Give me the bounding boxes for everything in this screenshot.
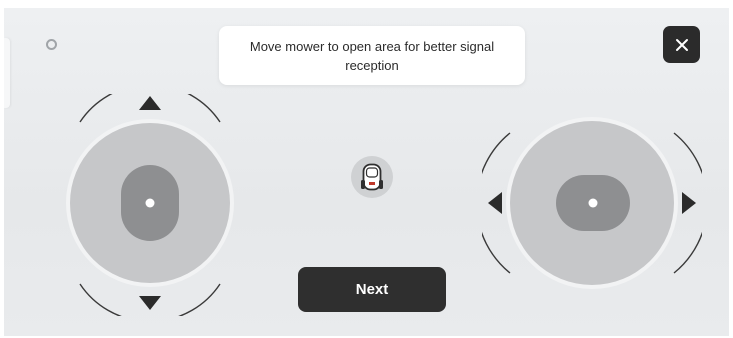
toast-message: Move mower to open area for better signa… [249, 38, 495, 73]
right-joystick[interactable] [475, 108, 709, 298]
left-joystick[interactable] [50, 83, 250, 323]
close-button[interactable] [663, 26, 700, 63]
robot-mower-icon [349, 154, 395, 200]
next-button-label: Next [355, 281, 389, 298]
left-arrow-icon[interactable] [488, 192, 502, 214]
next-button[interactable]: Next [298, 267, 446, 312]
status-ring-icon [46, 39, 57, 50]
signal-toast: Move mower to open area for better signa… [219, 26, 525, 85]
right-arrow-icon[interactable] [682, 192, 696, 214]
close-icon [675, 38, 688, 51]
down-arrow-icon[interactable] [139, 296, 161, 310]
joystick-knob[interactable] [556, 175, 630, 231]
up-arrow-icon[interactable] [139, 96, 161, 110]
joystick-knob[interactable] [121, 165, 179, 241]
remote-control-screen: Move mower to open area for better signa… [4, 8, 729, 336]
left-edge-handle[interactable] [4, 38, 10, 108]
